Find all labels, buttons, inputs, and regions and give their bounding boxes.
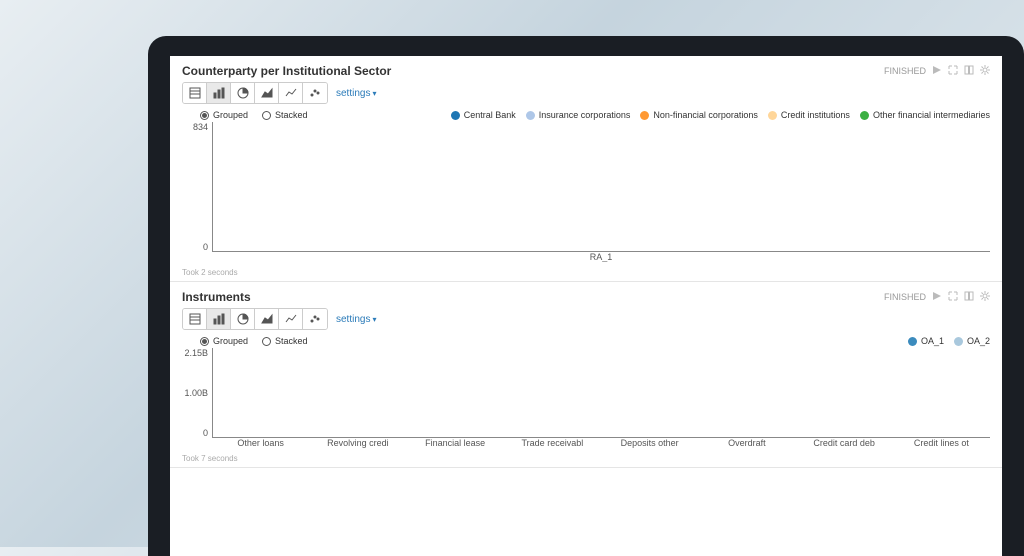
radio-grouped[interactable]: Grouped — [200, 110, 248, 120]
expand-icon[interactable] — [948, 291, 958, 303]
pie-chart-button[interactable] — [231, 83, 255, 103]
plot-area[interactable] — [212, 122, 990, 252]
laptop-frame: Counterparty per Institutional Sector FI… — [148, 36, 1024, 556]
panel-counterparty: Counterparty per Institutional Sector FI… — [170, 56, 1002, 282]
legend-item[interactable]: Credit institutions — [768, 110, 850, 120]
x-category-label: Credit lines ot — [893, 438, 990, 448]
grouping-radios: Grouped Stacked — [200, 336, 308, 346]
x-category-label: Revolving credi — [309, 438, 406, 448]
y-tick-zero: 0 — [203, 242, 208, 252]
execution-time: Took 2 seconds — [182, 268, 990, 277]
x-category-label: Other loans — [212, 438, 309, 448]
chart-area: 834 0 — [182, 122, 990, 252]
gear-icon[interactable] — [980, 65, 990, 77]
panel-title: Instruments — [182, 290, 251, 304]
x-category-label: Financial lease — [407, 438, 504, 448]
legend-item[interactable]: OA_1 — [908, 336, 944, 346]
y-tick-top: 2.15B — [184, 348, 208, 358]
panel-status-bar: FINISHED — [884, 65, 990, 77]
panel-status-bar: FINISHED — [884, 291, 990, 303]
y-tick-zero: 0 — [203, 428, 208, 438]
chart-legend: Central Bank Insurance corporations Non-fi… — [451, 110, 990, 120]
book-icon[interactable] — [964, 291, 974, 303]
table-view-button[interactable] — [183, 309, 207, 329]
panel-instruments: Instruments FINISHED settings Gr — [170, 282, 1002, 468]
x-category-label: Trade receivabl — [504, 438, 601, 448]
panel-title: Counterparty per Institutional Sector — [182, 64, 391, 78]
x-category-label: Credit card deb — [796, 438, 893, 448]
execution-time: Took 7 seconds — [182, 454, 990, 463]
legend-item[interactable]: Non-financial corporations — [640, 110, 758, 120]
legend-item[interactable]: Central Bank — [451, 110, 516, 120]
radio-grouped[interactable]: Grouped — [200, 336, 248, 346]
x-category-label: RA_1 — [212, 252, 990, 262]
plot-area[interactable] — [212, 348, 990, 438]
bar-chart-button[interactable] — [207, 309, 231, 329]
settings-dropdown[interactable]: settings — [336, 314, 376, 325]
line-chart-button[interactable] — [279, 83, 303, 103]
area-chart-button[interactable] — [255, 83, 279, 103]
grouping-radios: Grouped Stacked — [200, 110, 308, 120]
play-icon[interactable] — [932, 291, 942, 303]
status-text: FINISHED — [884, 66, 926, 76]
chart-type-toolbar — [182, 308, 328, 330]
y-tick-mid: 1.00B — [184, 388, 208, 398]
legend-item[interactable]: Other financial intermediaries — [860, 110, 990, 120]
scatter-chart-button[interactable] — [303, 83, 327, 103]
settings-dropdown[interactable]: settings — [336, 88, 376, 99]
pie-chart-button[interactable] — [231, 309, 255, 329]
book-icon[interactable] — [964, 65, 974, 77]
chart-area: 2.15B 1.00B 0 — [182, 348, 990, 438]
chart-legend: OA_1 OA_2 — [908, 336, 990, 346]
y-tick-max: 834 — [193, 122, 208, 132]
bar-chart-button[interactable] — [207, 83, 231, 103]
radio-stacked[interactable]: Stacked — [262, 336, 308, 346]
x-category-label: Overdraft — [698, 438, 795, 448]
x-axis-labels: Other loansRevolving crediFinancial leas… — [212, 438, 990, 448]
scatter-chart-button[interactable] — [303, 309, 327, 329]
legend-item[interactable]: Insurance corporations — [526, 110, 631, 120]
gear-icon[interactable] — [980, 291, 990, 303]
table-view-button[interactable] — [183, 83, 207, 103]
status-text: FINISHED — [884, 292, 926, 302]
radio-stacked[interactable]: Stacked — [262, 110, 308, 120]
x-category-label: Deposits other — [601, 438, 698, 448]
legend-item[interactable]: OA_2 — [954, 336, 990, 346]
chart-type-toolbar — [182, 82, 328, 104]
area-chart-button[interactable] — [255, 309, 279, 329]
play-icon[interactable] — [932, 65, 942, 77]
app-screen: Counterparty per Institutional Sector FI… — [170, 56, 1002, 556]
line-chart-button[interactable] — [279, 309, 303, 329]
expand-icon[interactable] — [948, 65, 958, 77]
